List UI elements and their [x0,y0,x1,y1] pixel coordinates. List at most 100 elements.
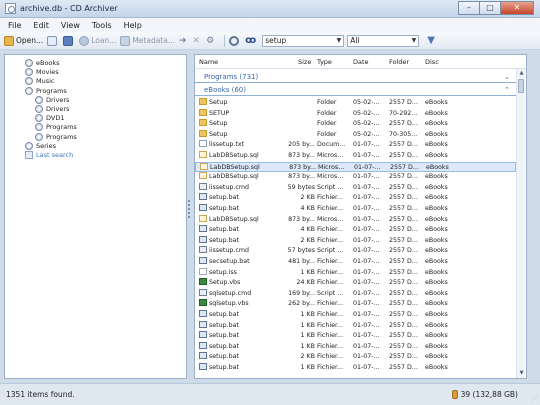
cell-size: 169 by... [288,289,315,297]
open-button[interactable]: Open... [4,35,43,46]
tree-item[interactable]: Movies [25,68,59,77]
cell-date: 01-07-... [353,258,380,265]
group-programs[interactable]: Programs (731) ⌄ [195,71,516,83]
table-row[interactable]: iissetup.cmd 59 bytes Script ... 01-07-... 2… [195,182,516,194]
chevron-down-icon[interactable]: ⌄ [504,71,510,83]
menu-edit[interactable]: Edit [33,21,49,30]
vertical-scrollbar[interactable]: ▲ ▼ [516,69,525,378]
resize-grip-icon[interactable]: ⋰ [531,395,537,402]
table-row[interactable]: secsetup.bat 481 by... Fichier... 01-07-...… [195,257,516,268]
column-date[interactable]: Date [353,58,369,66]
delete-button[interactable]: ✕ [193,36,203,46]
table-row[interactable]: LabDBSetup.sql 873 by... Micros... 01-07-..… [195,172,516,183]
cell-name: setup.bat [199,352,291,363]
column-type[interactable]: Type [317,58,332,66]
cell-date: 05-02-... [353,120,380,128]
results-list[interactable]: Name Size Type Date Folder Disc Programs… [194,54,527,379]
search-folder-icon [25,151,33,159]
table-row[interactable]: setup.bat 2 KB Fichier... 01-07-... 2557 D..… [195,352,516,363]
vbs-file-icon [199,278,207,286]
properties-button[interactable]: ⚙ [206,36,216,46]
folder-file-icon [199,98,207,105]
minimize-button[interactable]: – [458,1,480,15]
table-row[interactable]: SETUP Folder 05-02-... 70-292... eBooks [195,108,516,120]
new-button[interactable] [47,35,59,46]
table-row[interactable]: iissetup.cmd 57 bytes Script ... 01-07-... 2… [195,246,516,257]
chevron-up-icon[interactable]: ⌃ [504,84,510,96]
scroll-thumb[interactable] [518,79,524,93]
chevron-down-icon[interactable]: ▼ [412,36,417,46]
tree-item[interactable]: Last search [25,151,73,159]
table-row[interactable]: LabDBSetup.sql 873 by... Micros... 01-07-..… [195,151,516,162]
close-button[interactable]: ✕ [500,1,534,15]
table-row[interactable]: Setup Folder 05-02-... 2557 D... eBooks [195,98,516,109]
tree-item[interactable]: Programs [25,86,67,95]
scroll-up-icon[interactable]: ▲ [517,69,526,78]
table-row[interactable]: setup.bat 2 KB Fichier... 01-07-... 2557 D..… [195,235,516,247]
table-row[interactable]: setup.bat 4 KB Fichier... 01-07-... 2557 D..… [195,225,516,236]
table-row[interactable]: lissetup.txt 205 by... Docum... 01-07-... 25… [195,140,516,151]
table-row[interactable]: Setup Folder 05-02-... 70-305... eBooks [195,129,516,141]
metadata-button[interactable]: Metadata... [120,35,175,46]
table-row[interactable]: LabDBSetup.sql 873 by... Micros... 01-07-..… [195,214,516,226]
cell-type: Fichier... [317,364,344,371]
tree-item[interactable]: Programs [35,123,77,132]
maximize-button[interactable]: □ [479,1,501,15]
scroll-down-icon[interactable]: ▼ [517,369,526,378]
menu-view[interactable]: View [61,21,80,30]
file-name: LabDBSetup.sql [210,163,260,171]
search-input[interactable]: setup ▼ [262,34,345,47]
scope-select[interactable]: All ▼ [347,34,420,47]
move-button[interactable]: ➜ [179,36,189,46]
table-row[interactable]: setup.bat 1 KB Fichier... 01-07-... 2557 D..… [195,341,516,353]
group-ebooks[interactable]: eBooks (60) ⌃ [195,84,516,96]
cell-type: Fichier... [317,194,344,202]
menu-file[interactable]: File [8,21,21,30]
file-name: Setup [209,120,228,128]
cell-name: LabDBSetup.sql [199,214,291,226]
table-row[interactable]: setup.bat 4 KB Fichier... 01-07-... 2557 D..… [195,204,516,215]
catalog-tree[interactable]: eBooks Movies Music Programs Drivers Drivers D… [4,54,187,379]
table-row[interactable]: sqlsetup.cmd 169 by... Script ... 01-07-...… [195,288,516,300]
tree-item[interactable]: Drivers [35,105,69,113]
table-row[interactable]: LabDBSetup.sql 873 by... Micros... 01-07-..… [195,161,516,173]
column-size[interactable]: Size [298,58,311,66]
table-row[interactable]: setup.bat 1 KB Fichier... 01-07-... 2557 D..… [195,331,516,342]
cell-type: Fichier... [317,353,344,361]
cell-folder: 2557 D... [389,173,418,181]
cell-size: 57 bytes [287,247,315,255]
column-name[interactable]: Name [199,58,218,66]
pane-splitter[interactable] [188,200,191,224]
cell-type: Fichier... [317,226,344,234]
menu-help[interactable]: Help [124,21,142,30]
menu-tools[interactable]: Tools [92,21,112,30]
loan-button[interactable]: Loan... [79,35,116,46]
tree-item[interactable]: Series [25,141,56,150]
table-row[interactable]: Setup.vbs 24 KB Fichier... 01-07-... 2557 D.… [195,278,516,289]
table-row[interactable]: setup.iss 1 KB Fichier... 01-07-... 2557 D..… [195,267,516,279]
advanced-search-button[interactable]: ꝏ [245,35,258,46]
app-disc-icon [5,3,16,14]
table-row[interactable]: sqlsetup.vbs 262 by... Fichier... 01-07-...… [195,299,516,310]
table-row[interactable]: setup.bat 2 KB Fichier... 01-07-... 2557 D..… [195,193,516,204]
file-name: setup.bat [209,226,239,234]
find-button[interactable] [229,35,241,46]
column-disc[interactable]: Disc [425,58,439,66]
chevron-down-icon[interactable]: ▼ [337,36,342,46]
table-row[interactable]: setup.bat 1 KB Fichier... 01-07-... 2557 D..… [195,320,516,332]
tree-item[interactable]: Drivers [35,95,69,104]
tree-item[interactable]: Programs [35,132,77,141]
table-row[interactable]: setup.bat 1 KB Fichier... 01-07-... 2557 D..… [195,310,516,321]
tree-item[interactable]: eBooks [25,59,60,67]
filter-button[interactable]: ▼ [427,35,437,46]
save-button[interactable] [63,35,75,46]
disc-icon [25,86,33,95]
cell-disc: eBooks [425,247,448,255]
tree-item[interactable]: DVD1 [35,114,64,123]
column-folder[interactable]: Folder [389,58,409,66]
table-row[interactable]: setup.bat 1 KB Fichier... 01-07-... 2557 D..… [195,363,516,374]
table-row[interactable]: Setup Folder 05-02-... 2557 D... eBooks [195,119,516,130]
tree-item[interactable]: Music [25,77,55,86]
cell-disc: eBooks [425,141,448,149]
cell-name: LabDBSetup.sql [199,151,291,162]
